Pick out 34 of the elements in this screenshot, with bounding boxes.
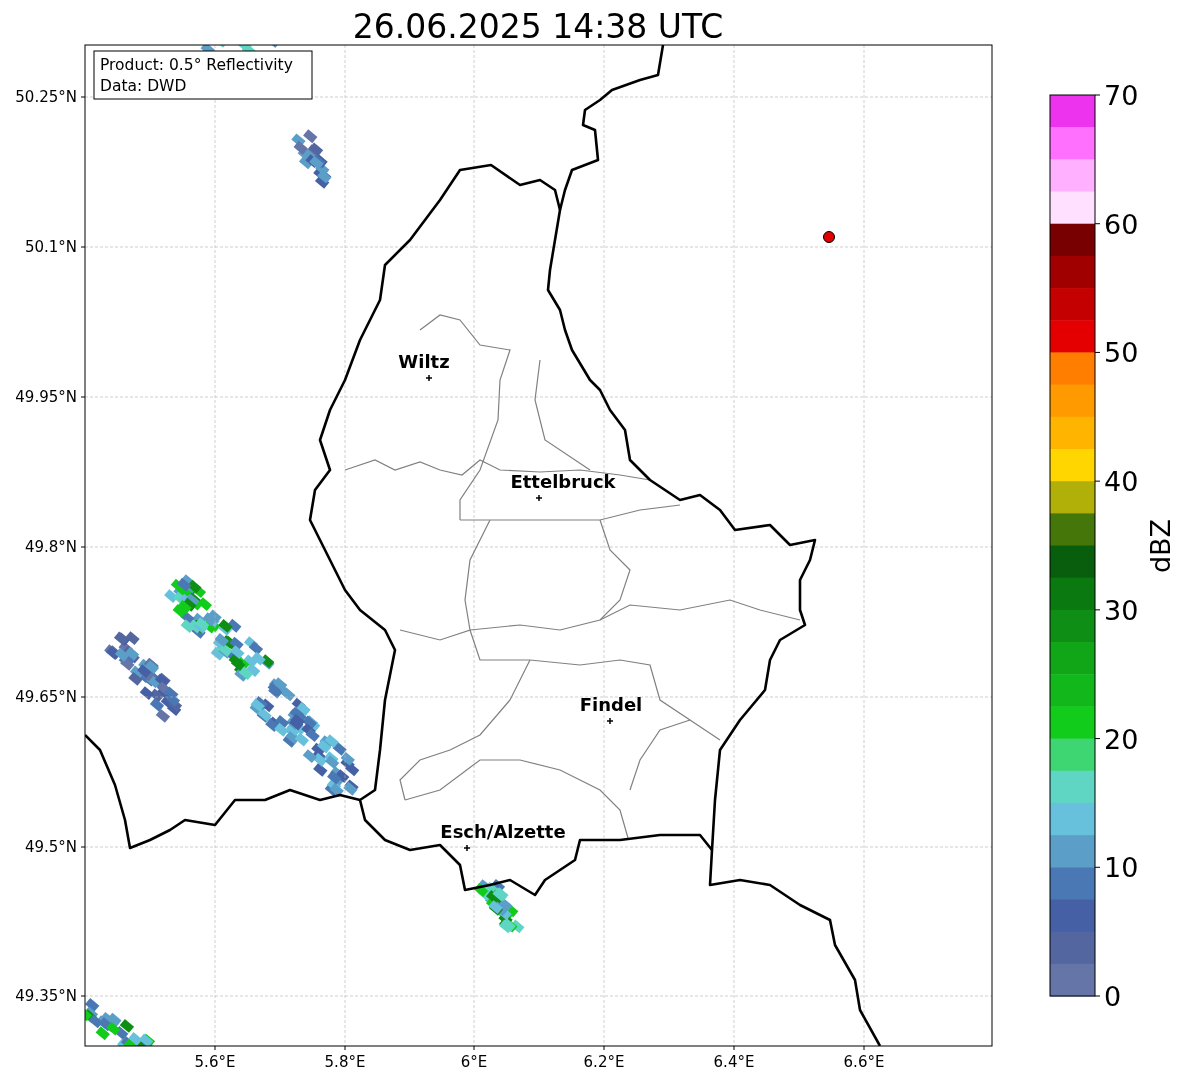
longitude-label: 6.4°E <box>713 1053 755 1071</box>
latitude-label: 50.1°N <box>24 238 77 256</box>
map-title: 26.06.2025 14:38 UTC <box>352 7 724 46</box>
city-label: Findel <box>579 694 643 715</box>
info-text: Data: DWD <box>100 77 187 95</box>
colorbar-tick-label: 70 <box>1104 80 1139 111</box>
info-text: Product: 0.5° Reflectivity <box>100 56 293 74</box>
longitude-label: 5.6°E <box>194 1053 236 1071</box>
latitude-label: 49.65°N <box>15 688 77 706</box>
longitude-label: 6.2°E <box>583 1053 625 1071</box>
city-marker-icon <box>606 717 614 725</box>
longitude-label: 6.6°E <box>843 1053 885 1071</box>
longitude-label: 6°E <box>460 1053 488 1071</box>
colorbar-tick-label: 20 <box>1104 723 1139 755</box>
longitude-label: 5.8°E <box>324 1053 366 1071</box>
city-label: Wiltz <box>398 351 450 372</box>
city-marker-icon <box>463 844 471 852</box>
city-label: Ettelbruck <box>510 471 616 492</box>
city-label: Esch/Alzette <box>440 821 566 842</box>
latitude-label: 49.35°N <box>15 987 77 1005</box>
colorbar-label: dBZ <box>1145 518 1176 574</box>
latitude-label: 50.25°N <box>15 88 77 106</box>
latitude-label: 49.8°N <box>24 538 77 556</box>
city-marker-icon <box>535 494 543 502</box>
colorbar-tick-label: 60 <box>1104 208 1139 240</box>
colorbar-tick-label: 30 <box>1104 594 1139 626</box>
colorbar-tick-label: 40 <box>1104 466 1139 498</box>
latitude-label: 49.5°N <box>24 838 77 856</box>
radar-site-marker <box>823 231 835 243</box>
colorbar-tick-label: 0 <box>1104 981 1122 1012</box>
colorbar-tick-label: 50 <box>1104 337 1139 369</box>
latitude-label: 49.95°N <box>15 388 77 406</box>
colorbar-tick-label: 10 <box>1104 852 1139 884</box>
city-marker-icon <box>425 374 433 382</box>
